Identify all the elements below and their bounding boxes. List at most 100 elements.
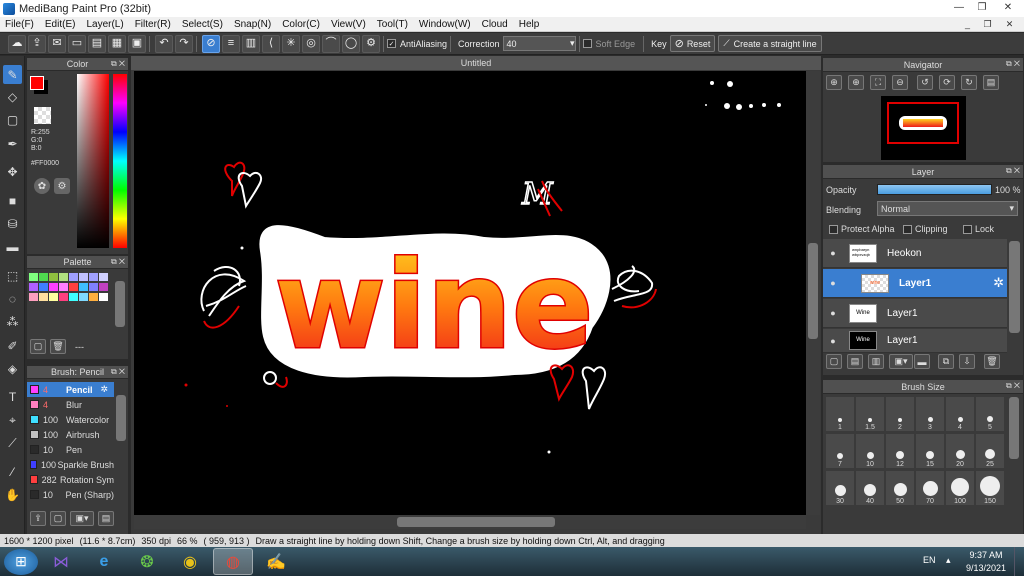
folder-icon[interactable]: ▬ bbox=[914, 354, 930, 369]
menu-window[interactable]: Window(W) bbox=[414, 19, 477, 30]
eye-icon[interactable]: ● bbox=[826, 336, 840, 346]
palette-swatch[interactable] bbox=[69, 283, 78, 291]
palette-swatch[interactable] bbox=[99, 293, 108, 301]
select-pen-icon[interactable]: ✐ bbox=[3, 336, 22, 355]
layer-row[interactable]: ● Wine Layer1 bbox=[823, 329, 1007, 353]
menu-filter[interactable]: Filter(R) bbox=[130, 19, 177, 30]
panel-buttons-icon[interactable]: ⧉ ✕ bbox=[1006, 166, 1020, 176]
rotate-right-icon[interactable]: ↻ bbox=[961, 75, 977, 90]
green-app-icon[interactable]: ❂ bbox=[127, 548, 167, 575]
dot-tool-icon[interactable]: ▢ bbox=[3, 110, 22, 129]
brush-tool-icon[interactable]: ✎ bbox=[3, 65, 22, 84]
start-button[interactable]: ⊞ bbox=[4, 548, 38, 575]
palette-swatch[interactable] bbox=[29, 273, 38, 281]
eye-icon[interactable]: ● bbox=[826, 308, 840, 318]
palette-swatch[interactable] bbox=[89, 293, 98, 301]
brush-menu-icon[interactable]: ▣▾ bbox=[70, 511, 94, 526]
document-tab[interactable]: Untitled bbox=[131, 56, 821, 70]
select-tool-icon[interactable]: ⬚ bbox=[3, 266, 22, 285]
palette-swatch[interactable] bbox=[39, 293, 48, 301]
parallel-snap-icon[interactable]: ≡ bbox=[222, 34, 240, 53]
brush-item[interactable]: 10 Pen (Sharp) bbox=[27, 487, 114, 502]
chrome-icon[interactable]: ◉ bbox=[170, 548, 210, 575]
vertical-scroll-thumb[interactable] bbox=[808, 243, 818, 339]
menu-layer[interactable]: Layer(L) bbox=[81, 19, 129, 30]
brush-size-option[interactable]: 1.5 bbox=[856, 397, 884, 431]
palette-swatch[interactable] bbox=[89, 283, 98, 291]
internet-explorer-icon[interactable]: e bbox=[84, 548, 124, 575]
menu-select[interactable]: Select(S) bbox=[177, 19, 229, 30]
brush-item[interactable]: 100 Watercolor bbox=[27, 412, 114, 427]
cloud-icon[interactable]: ☁ bbox=[8, 34, 26, 53]
horizontal-scroll-thumb[interactable] bbox=[397, 517, 555, 527]
brush-size-option[interactable]: 50 bbox=[886, 471, 914, 505]
brush-item[interactable]: 4 Pencil ✲ bbox=[27, 382, 114, 397]
layer-row[interactable]: ● Wine Layer1 bbox=[823, 299, 1007, 328]
palette-swatch[interactable] bbox=[89, 273, 98, 281]
menu-help[interactable]: Help bbox=[514, 19, 546, 30]
layer-scrollbar[interactable] bbox=[1009, 241, 1020, 333]
color-wheel-icon[interactable]: ✿ bbox=[34, 178, 50, 194]
color-settings-icon[interactable]: ⚙ bbox=[54, 178, 70, 194]
panel-buttons-icon[interactable]: ⧉ ✕ bbox=[1006, 59, 1020, 69]
brush-size-option[interactable]: 25 bbox=[976, 434, 1004, 468]
text-tool-icon[interactable]: T bbox=[3, 387, 22, 406]
add-layer-icon[interactable]: ▢ bbox=[826, 354, 842, 369]
hand-tool-icon[interactable]: ✋ bbox=[3, 485, 22, 504]
palette-swatch[interactable] bbox=[49, 273, 58, 281]
delete-layer-icon[interactable]: 🗑 bbox=[984, 354, 1000, 369]
brush-item[interactable]: 100 Airbrush bbox=[27, 427, 114, 442]
lock-option[interactable]: Lock bbox=[963, 224, 994, 234]
bucket-tool-icon[interactable]: ⛁ bbox=[3, 214, 22, 233]
soft-edge-checkbox[interactable] bbox=[582, 39, 592, 48]
merge-down-icon[interactable]: ⇩ bbox=[959, 354, 975, 369]
eyedropper-tool-icon[interactable]: ⁄ bbox=[3, 462, 22, 481]
curve-snap-icon[interactable]: ⌒ bbox=[322, 34, 340, 53]
panel-buttons-icon[interactable]: ⧉ ✕ bbox=[1006, 381, 1020, 391]
palette-swatch[interactable] bbox=[39, 283, 48, 291]
palette-scrollbar[interactable] bbox=[115, 281, 125, 327]
palette-swatch[interactable] bbox=[39, 273, 48, 281]
divide-tool-icon[interactable]: ⟋ bbox=[3, 434, 22, 453]
menu-color[interactable]: Color(C) bbox=[277, 19, 326, 30]
doc-minimize-icon[interactable]: _ bbox=[958, 17, 978, 31]
palette-swatch[interactable] bbox=[29, 293, 38, 301]
layer-row[interactable]: ● wnpbaryn wbpxvzqb Heokon bbox=[823, 239, 1007, 268]
undo-icon[interactable]: ↶ bbox=[155, 34, 173, 53]
layer-row-selected[interactable]: ● wine Layer1 ✲ bbox=[823, 269, 1007, 298]
add-1bit-layer-icon[interactable]: ▥ bbox=[868, 354, 884, 369]
opacity-slider[interactable] bbox=[877, 184, 992, 195]
eye-icon[interactable]: ● bbox=[826, 248, 840, 258]
palette-swatch[interactable] bbox=[99, 273, 108, 281]
protect-alpha-checkbox[interactable] bbox=[829, 224, 838, 234]
flip-icon[interactable]: ⟳ bbox=[939, 75, 955, 90]
perspective-snap-icon[interactable]: ⟨ bbox=[262, 34, 280, 53]
panel-buttons-icon[interactable]: ⧉ ✕ bbox=[111, 257, 125, 267]
doc-close-icon[interactable]: ✕ bbox=[1000, 17, 1020, 31]
maximize-icon[interactable]: ❐ bbox=[971, 0, 993, 14]
add-palette-icon[interactable]: ▢ bbox=[30, 339, 46, 354]
brush-size-option[interactable]: 4 bbox=[946, 397, 974, 431]
tray-arrow-icon[interactable]: ▴ bbox=[946, 555, 951, 566]
zoom-fit-icon[interactable]: ⊕ bbox=[826, 75, 842, 90]
menu-snap[interactable]: Snap(N) bbox=[229, 19, 277, 30]
lasso-tool-icon[interactable]: ◌ bbox=[3, 289, 22, 308]
redo-icon[interactable]: ↷ bbox=[175, 34, 193, 53]
brush-size-option[interactable]: 2 bbox=[886, 397, 914, 431]
add-halftone-layer-icon[interactable]: ▤ bbox=[847, 354, 863, 369]
medibang-taskbar-icon[interactable]: ◍ bbox=[213, 548, 253, 575]
clipping-checkbox[interactable] bbox=[903, 224, 912, 234]
magic-wand-icon[interactable]: ⁂ bbox=[3, 312, 22, 331]
show-desktop-button[interactable] bbox=[1014, 547, 1024, 576]
lock-checkbox[interactable] bbox=[963, 224, 972, 234]
menu-edit[interactable]: Edit(E) bbox=[40, 19, 82, 30]
new-file-icon[interactable]: ▭ bbox=[68, 34, 86, 53]
primary-color-swatch[interactable] bbox=[30, 76, 44, 90]
menu-view[interactable]: View(V) bbox=[326, 19, 372, 30]
menu-tool[interactable]: Tool(T) bbox=[372, 19, 414, 30]
eye-icon[interactable]: ● bbox=[826, 278, 840, 288]
share-icon[interactable]: ⇪ bbox=[28, 34, 46, 53]
palette-swatch[interactable] bbox=[79, 283, 88, 291]
paint-icon[interactable]: ✍ bbox=[256, 548, 296, 575]
clipping-option[interactable]: Clipping bbox=[903, 224, 948, 234]
